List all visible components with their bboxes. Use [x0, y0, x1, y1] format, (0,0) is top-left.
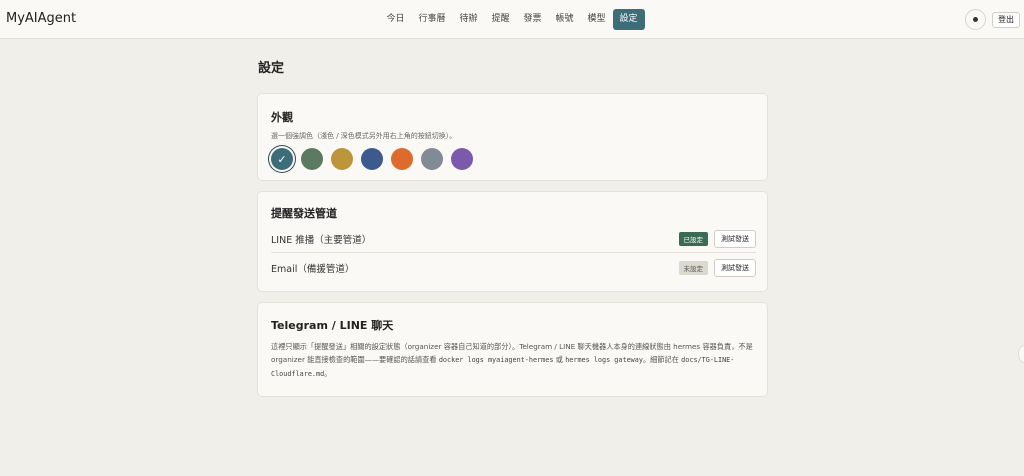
swatch-green[interactable] [301, 148, 323, 170]
top-bar: MyAIAgent 今日 行事曆 待辦 提醒 發票 帳號 模型 設定 登出 [0, 0, 1024, 39]
test-send-button-line[interactable]: 測試發送 [714, 229, 756, 248]
swatch-blue[interactable] [361, 148, 383, 170]
note-text: 。細節記在 [642, 355, 682, 364]
nav-item-todo[interactable]: 待辦 [452, 9, 484, 30]
channel-row-email: Email（備援管道） 未設定 測試發送 [271, 254, 756, 282]
telegram-note: 這裡只顯示「提醒發送」相關的設定狀態（organizer 容器自己知道的部分）。… [271, 340, 756, 381]
telegram-title: Telegram / LINE 聊天 [271, 319, 394, 332]
nav-item-invoices[interactable]: 發票 [517, 9, 549, 30]
channel-row-line: LINE 推播（主要管道） 已設定 測試發送 [271, 225, 756, 253]
channels-title: 提醒發送管道 [271, 207, 337, 220]
accent-swatches: ✓ [271, 148, 473, 170]
test-send-button-email[interactable]: 測試發送 [714, 259, 756, 277]
appearance-hint: 選一個強調色（淺色 / 深色模式另外用右上角的按鈕切換）。 [271, 132, 457, 140]
scroll-handle[interactable] [1018, 345, 1024, 363]
swatch-gold[interactable] [331, 148, 353, 170]
main-nav: 今日 行事曆 待辦 提醒 發票 帳號 模型 設定 [0, 9, 1024, 30]
nav-item-settings[interactable]: 設定 [612, 9, 645, 30]
page-title: 設定 [258, 61, 285, 76]
note-text: 。 [324, 369, 332, 378]
theme-toggle-button[interactable] [965, 9, 986, 30]
status-badge: 已設定 [678, 231, 708, 246]
status-badge: 未設定 [678, 261, 708, 275]
swatch-orange[interactable] [391, 148, 413, 170]
telegram-card: Telegram / LINE 聊天 這裡只顯示「提醒發送」相關的設定狀態（or… [257, 302, 768, 397]
theme-dot-icon [973, 17, 978, 22]
logout-button[interactable]: 登出 [992, 12, 1020, 28]
nav-item-models[interactable]: 模型 [581, 9, 613, 30]
appearance-title: 外觀 [271, 111, 293, 124]
nav-item-calendar[interactable]: 行事曆 [411, 9, 452, 30]
swatch-purple[interactable] [451, 148, 473, 170]
nav-item-today[interactable]: 今日 [379, 9, 411, 30]
nav-item-accounts[interactable]: 帳號 [549, 9, 581, 30]
channel-name: LINE 推播（主要管道） [271, 234, 372, 246]
channels-card: 提醒發送管道 LINE 推播（主要管道） 已設定 測試發送 Email（備援管道… [257, 191, 768, 292]
channel-name: Email（備援管道） [271, 264, 355, 275]
nav-item-reminders[interactable]: 提醒 [484, 9, 516, 30]
swatch-teal[interactable]: ✓ [271, 148, 293, 170]
command-code: hermes logs gateway [565, 356, 643, 364]
swatch-gray[interactable] [421, 148, 443, 170]
check-icon: ✓ [277, 152, 287, 166]
appearance-card: 外觀 選一個強調色（淺色 / 深色模式另外用右上角的按鈕切換）。 ✓ [257, 93, 768, 181]
command-code: docker logs myaiagent-hermes [438, 356, 554, 364]
note-text: 或 [553, 355, 566, 364]
